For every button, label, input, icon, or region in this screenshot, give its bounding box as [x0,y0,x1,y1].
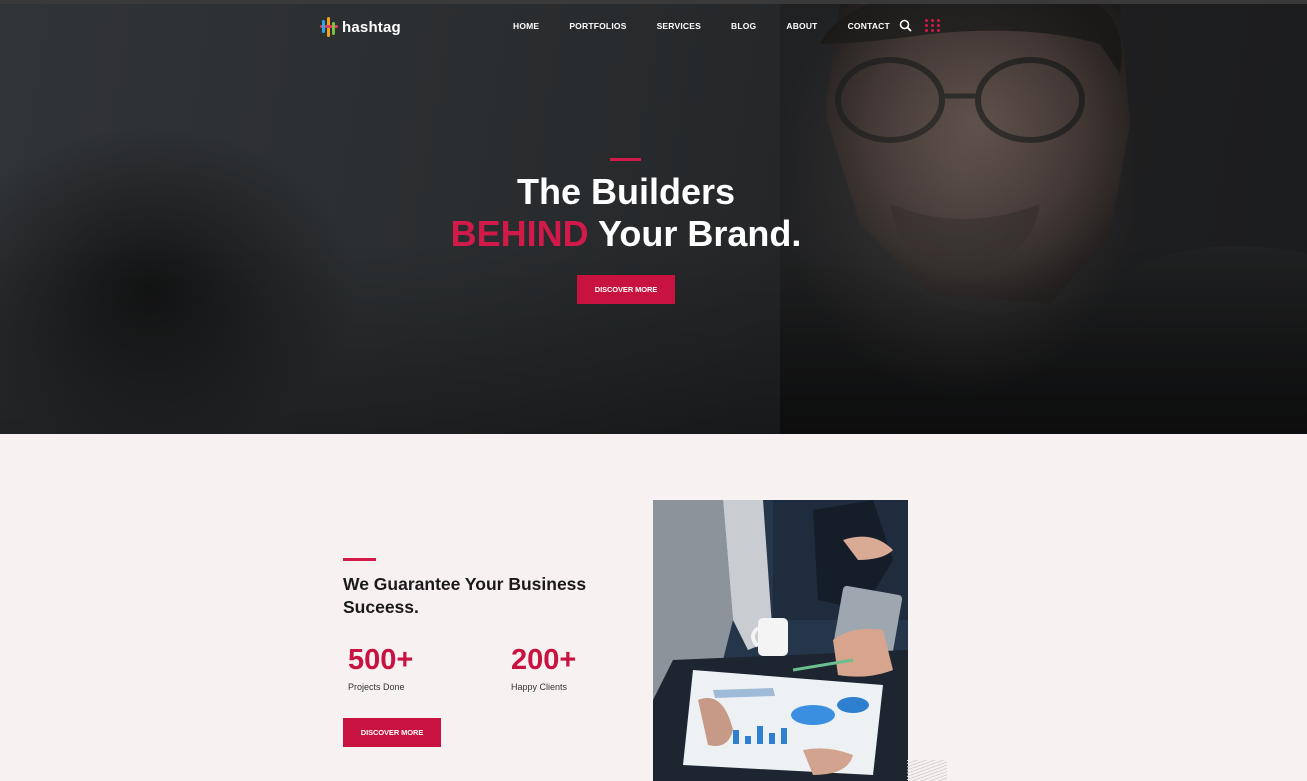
hero-heading-accent: BEHIND [450,213,589,254]
team-meeting-illustration [653,500,908,781]
nav-menu: HOME PORTFOLIOS SERVICES BLOG ABOUT CONT… [513,21,920,31]
decorative-pattern [907,760,947,781]
top-navigation: hashtag HOME PORTFOLIOS SERVICES BLOG AB… [0,4,1307,50]
nav-item-portfolios[interactable]: PORTFOLIOS [569,21,626,31]
logo[interactable]: hashtag [320,17,401,37]
nav-item-contact[interactable]: CONTACT [848,21,890,31]
stat-projects: 500+ Projects Done [348,642,413,692]
stat-label: Projects Done [348,682,405,692]
logo-mark-icon [320,17,338,37]
stat-label: Happy Clients [511,682,568,692]
hero-heading-line1: The Builders [516,171,736,212]
hero-accent-line [610,158,641,161]
search-icon[interactable] [899,19,912,32]
logo-text: hashtag [342,18,401,36]
stat-value: 200+ [511,644,577,676]
section-discover-more-button[interactable]: DISCOVER MORE [343,718,441,747]
nav-item-blog[interactable]: BLOG [731,21,756,31]
stat-clients: 200+ Happy Clients [511,642,576,692]
team-meeting-photo [653,500,908,781]
nav-item-about[interactable]: ABOUT [786,21,817,31]
nav-item-home[interactable]: HOME [513,21,539,31]
hero-heading-rest: Your Brand. [588,213,802,254]
stat-value: 500+ [348,644,414,676]
section-accent-line [343,558,376,561]
nav-item-services[interactable]: SERVICES [657,21,701,31]
hero-heading-line2: BEHIND Your Brand. [0,213,1252,255]
grid-dots-icon[interactable] [925,19,940,32]
section-title: We Guarantee Your Business Suceess. [343,574,587,617]
hero-discover-more-button[interactable]: DISCOVER MORE [577,275,675,304]
